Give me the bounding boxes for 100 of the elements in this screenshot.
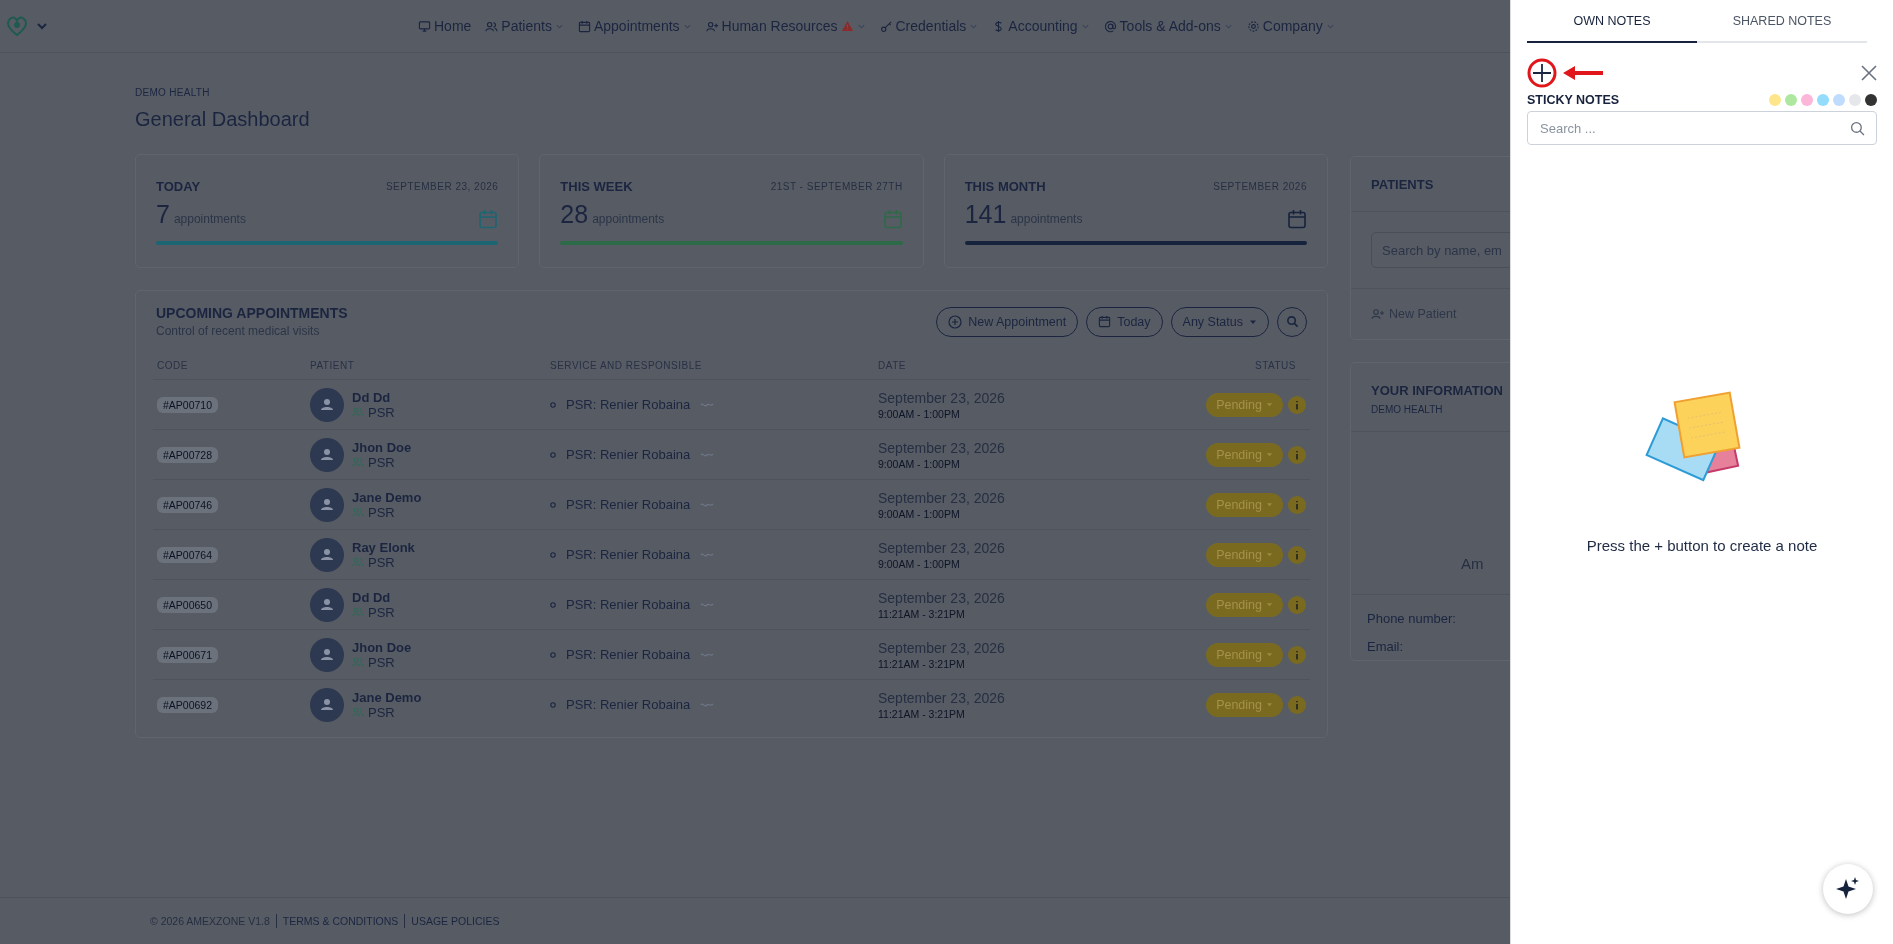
service-text: PSR: Renier Robaina xyxy=(566,647,691,662)
patient-name[interactable]: Dd Dd xyxy=(352,589,395,605)
plus-circle-icon xyxy=(948,314,963,329)
stat-title: TODAY xyxy=(156,179,201,194)
avatar-icon xyxy=(310,487,344,522)
info-icon[interactable] xyxy=(1288,695,1306,714)
info-icon[interactable] xyxy=(1288,445,1306,464)
appointment-time: 9:00AM - 1:00PM xyxy=(878,507,961,520)
avatar-icon xyxy=(310,537,344,572)
info-icon[interactable] xyxy=(1288,645,1306,664)
appointment-time: 9:00AM - 1:00PM xyxy=(878,557,961,570)
color-filter-dot[interactable] xyxy=(1801,94,1813,106)
footer-link[interactable]: USAGE POLICIES xyxy=(411,915,500,927)
calendar-icon xyxy=(1098,315,1112,328)
stat-count: 141 xyxy=(964,200,1007,228)
users-icon xyxy=(352,456,364,468)
nav-menu-item[interactable]: Home xyxy=(418,18,472,34)
patient-role: PSR xyxy=(368,554,395,570)
patient-role: PSR xyxy=(368,704,395,720)
service-text: PSR: Renier Robaina xyxy=(566,547,691,562)
stat-title: THIS MONTH xyxy=(964,179,1046,194)
caret-down-icon xyxy=(1266,701,1273,708)
bullet-icon xyxy=(550,551,556,558)
avatar-icon xyxy=(310,637,344,672)
nav-menu-item[interactable]: Credentials xyxy=(879,18,979,34)
appointment-code-tag: #AP00671 xyxy=(157,646,219,663)
panel-title: STICKY NOTES xyxy=(1527,93,1620,107)
user-plus-icon xyxy=(705,19,719,33)
patient-role: PSR xyxy=(368,454,395,470)
patient-name[interactable]: Jhon Doe xyxy=(352,639,412,655)
close-button[interactable] xyxy=(1861,65,1877,81)
assistant-button[interactable] xyxy=(1823,864,1873,914)
patient-name[interactable]: Jane Demo xyxy=(352,689,422,705)
notes-search-field[interactable]: Search ... xyxy=(1527,111,1877,145)
appointment-time: 9:00AM - 1:00PM xyxy=(878,407,961,420)
field-label: Phone number: xyxy=(1367,611,1457,626)
gear-icon xyxy=(1246,19,1260,33)
patient-role: PSR xyxy=(368,654,395,670)
info-icon[interactable] xyxy=(1288,595,1306,614)
nav-menu-item[interactable]: Accounting xyxy=(992,18,1090,34)
color-filter-dot[interactable] xyxy=(1833,94,1845,106)
nav-menu-item[interactable]: Appointments xyxy=(577,18,692,34)
avatar-icon xyxy=(310,437,344,472)
close-icon xyxy=(1861,65,1877,81)
page-title: General Dashboard xyxy=(135,108,311,131)
tab[interactable]: OWN NOTES xyxy=(1527,0,1697,43)
users-icon xyxy=(352,606,364,618)
user-plus-icon xyxy=(1371,307,1385,321)
info-icon[interactable] xyxy=(1288,545,1306,564)
card-title: YOUR INFORMATION xyxy=(1371,383,1504,398)
search-icon xyxy=(1285,315,1299,328)
color-filter-dot[interactable] xyxy=(1865,94,1877,106)
users-icon xyxy=(352,706,364,718)
service-text: PSR: Renier Robaina xyxy=(566,397,691,412)
avatar-icon xyxy=(310,587,344,622)
users-icon xyxy=(352,506,364,518)
add-note-button[interactable] xyxy=(1532,63,1552,83)
caret-down-icon xyxy=(1266,451,1273,458)
color-filter-dot[interactable] xyxy=(1769,94,1781,106)
patient-name[interactable]: Jhon Doe xyxy=(352,439,412,455)
at-icon xyxy=(1103,19,1117,33)
service-text: PSR: Renier Robaina xyxy=(566,447,691,462)
color-filter-dot[interactable] xyxy=(1785,94,1797,106)
info-icon[interactable] xyxy=(1288,395,1306,414)
users-icon xyxy=(352,556,364,568)
stat-count: 7 xyxy=(156,200,170,228)
nav-menu-item[interactable]: Human Resources xyxy=(705,18,866,34)
appointment-time: 11:21AM - 3:21PM xyxy=(878,657,966,670)
patient-name[interactable]: Jane Demo xyxy=(352,489,422,505)
organization-name: DEMO HEALTH xyxy=(135,87,211,98)
patient-name[interactable]: Ray Elonk xyxy=(352,539,415,555)
footer-link[interactable]: TERMS & CONDITIONS xyxy=(282,915,399,927)
info-icon[interactable] xyxy=(1288,495,1306,514)
chevron-down-icon[interactable] xyxy=(36,20,48,32)
field-label: Email: xyxy=(1367,639,1405,654)
card-title: UPCOMING APPOINTMENTS xyxy=(156,305,348,321)
bullet-icon xyxy=(550,501,556,508)
color-filter-dot[interactable] xyxy=(1817,94,1829,106)
appointment-time: 11:21AM - 3:21PM xyxy=(878,707,966,720)
color-filter-dot[interactable] xyxy=(1849,94,1861,106)
users-icon xyxy=(352,656,364,668)
patient-name[interactable]: Dd Dd xyxy=(352,389,395,405)
caret-down-icon xyxy=(1266,501,1273,508)
nav-menu-item[interactable]: Patients xyxy=(485,18,564,34)
avatar-icon xyxy=(310,687,344,722)
bullet-icon xyxy=(550,451,556,458)
caret-down-icon xyxy=(1266,651,1273,658)
patient-role: PSR xyxy=(368,404,395,420)
bullet-icon xyxy=(550,601,556,608)
nav-menu-item[interactable]: Tools & Add-ons xyxy=(1103,18,1233,34)
arrow-icon xyxy=(1563,66,1603,80)
tab[interactable]: SHARED NOTES xyxy=(1697,0,1867,43)
appointment-code-tag: #AP00692 xyxy=(157,696,219,713)
search-icon xyxy=(1850,121,1865,136)
appointment-code-tag: #AP00728 xyxy=(157,446,219,463)
key-icon xyxy=(879,19,893,33)
nav-menu-item[interactable]: Company xyxy=(1246,18,1335,34)
bullet-icon xyxy=(550,701,556,708)
bullet-icon xyxy=(550,651,556,658)
card-title: PATIENTS xyxy=(1371,177,1434,192)
